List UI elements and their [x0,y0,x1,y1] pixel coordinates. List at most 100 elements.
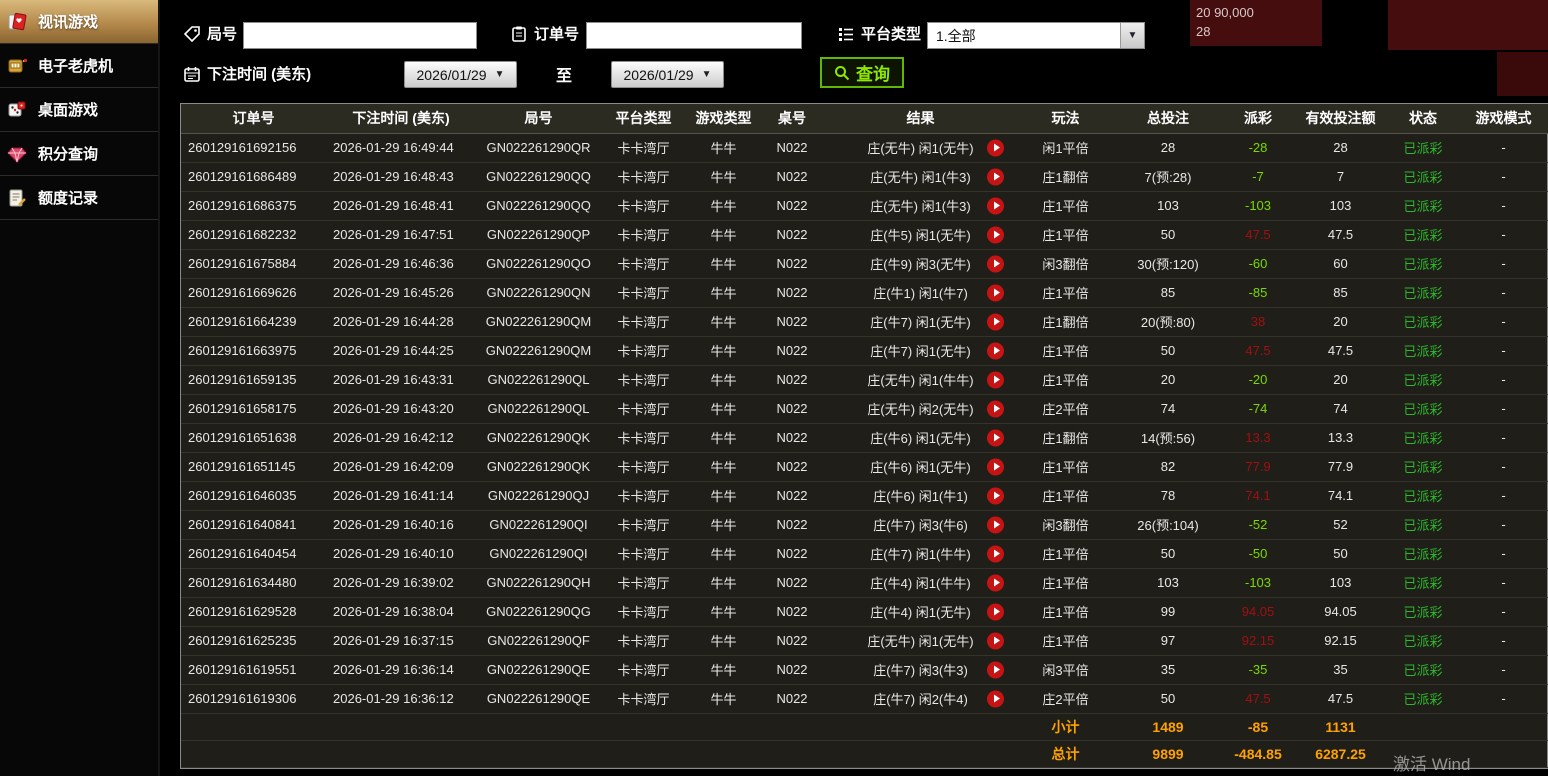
replay-video-icon[interactable] [987,603,1004,620]
replay-video-icon[interactable] [987,690,1004,707]
cell-order-number: 260129161658175 [181,394,326,424]
cell-payout: 94.05 [1223,597,1293,627]
cell-platform: 卡卡湾厅 [601,336,686,366]
sidebar-item-table-games[interactable]: 桌面游戏 [0,88,158,132]
cell-game-mode: - [1458,133,1548,163]
replay-video-icon[interactable] [987,342,1004,359]
col-header-platform: 平台类型 [601,104,686,134]
total-valid-bet: 6287.25 [1293,740,1388,768]
replay-video-icon[interactable] [987,371,1004,388]
replay-video-icon[interactable] [987,168,1004,185]
cell-order-number: 260129161619306 [181,684,326,714]
cell-payout: -85 [1223,278,1293,308]
cell-game-mode: - [1458,568,1548,598]
slot-machine-icon [5,54,29,78]
table-row[interactable]: 260129161629528 2026-01-29 16:38:04 GN02… [181,597,1548,627]
table-row[interactable]: 260129161686375 2026-01-29 16:48:41 GN02… [181,191,1548,221]
table-row[interactable]: 260129161640454 2026-01-29 16:40:10 GN02… [181,539,1548,569]
replay-video-icon[interactable] [987,487,1004,504]
date-to-picker[interactable]: 2026/01/29 ▼ [611,61,724,88]
cell-valid-bet: 52 [1293,510,1388,540]
replay-video-icon[interactable] [987,313,1004,330]
platform-type-label: 平台类型 [837,23,921,44]
cell-bet-time: 2026-01-29 16:48:43 [326,162,476,192]
table-row[interactable]: 260129161659135 2026-01-29 16:43:31 GN02… [181,365,1548,395]
cell-platform: 卡卡湾厅 [601,568,686,598]
replay-video-icon[interactable] [987,545,1004,562]
cell-game-mode: - [1458,626,1548,656]
cell-game-type: 牛牛 [686,307,761,337]
sidebar-item-video-games[interactable]: 视讯游戏 [0,0,158,44]
cell-game-mode: - [1458,249,1548,279]
result-text: 庄(牛7) 闲1(牛牛) [870,547,971,562]
cell-valid-bet: 103 [1293,191,1388,221]
table-row[interactable]: 260129161663975 2026-01-29 16:44:25 GN02… [181,336,1548,366]
cell-game-type: 牛牛 [686,278,761,308]
table-row[interactable]: 260129161619306 2026-01-29 16:36:12 GN02… [181,684,1548,714]
replay-video-icon[interactable] [987,574,1004,591]
replay-video-icon[interactable] [987,458,1004,475]
list-icon [837,25,855,43]
cell-round-number: GN022261290QE [476,655,601,685]
round-number-input[interactable] [243,22,477,49]
date-from-picker[interactable]: 2026/01/29 ▼ [404,61,517,88]
table-row[interactable]: 260129161651638 2026-01-29 16:42:12 GN02… [181,423,1548,453]
search-button[interactable]: 查询 [820,57,904,88]
table-row[interactable]: 260129161625235 2026-01-29 16:37:15 GN02… [181,626,1548,656]
col-header-table: 桌号 [761,104,823,134]
cell-status: 已派彩 [1388,626,1458,656]
table-row[interactable]: 260129161664239 2026-01-29 16:44:28 GN02… [181,307,1548,337]
replay-video-icon[interactable] [987,632,1004,649]
cell-game-type: 牛牛 [686,133,761,163]
cell-bet-time: 2026-01-29 16:37:15 [326,626,476,656]
replay-video-icon[interactable] [987,429,1004,446]
sidebar-item-slots[interactable]: 电子老虎机 [0,44,158,88]
cell-total-bet: 103 [1113,191,1223,221]
replay-video-icon[interactable] [987,516,1004,533]
table-row[interactable]: 260129161634480 2026-01-29 16:39:02 GN02… [181,568,1548,598]
platform-type-select[interactable]: 1.全部 ▼ [927,22,1145,49]
cell-total-bet: 35 [1113,655,1223,685]
cell-round-number: GN022261290QQ [476,191,601,221]
cell-result: 庄(牛4) 闲1(牛牛) [823,568,1018,598]
cell-round-number: GN022261290QO [476,249,601,279]
cell-bet-time: 2026-01-29 16:36:14 [326,655,476,685]
result-text: 庄(牛5) 闲1(无牛) [870,228,971,243]
table-row[interactable]: 260129161686489 2026-01-29 16:48:43 GN02… [181,162,1548,192]
cell-status: 已派彩 [1388,307,1458,337]
order-number-input[interactable] [586,22,802,49]
cell-result: 庄(牛1) 闲1(牛7) [823,278,1018,308]
sidebar-item-credit-records[interactable]: 额度记录 [0,176,158,220]
result-text: 庄(无牛) 闲1(牛3) [870,199,971,214]
replay-video-icon[interactable] [987,139,1004,156]
replay-video-icon[interactable] [987,284,1004,301]
cell-round-number: GN022261290QF [476,626,601,656]
table-row[interactable]: 260129161675884 2026-01-29 16:46:36 GN02… [181,249,1548,279]
replay-video-icon[interactable] [987,255,1004,272]
table-row[interactable]: 260129161658175 2026-01-29 16:43:20 GN02… [181,394,1548,424]
table-row[interactable]: 260129161669626 2026-01-29 16:45:26 GN02… [181,278,1548,308]
table-row[interactable]: 260129161646035 2026-01-29 16:41:14 GN02… [181,481,1548,511]
cell-order-number: 260129161686489 [181,162,326,192]
cell-round-number: GN022261290QK [476,452,601,482]
table-row[interactable]: 260129161692156 2026-01-29 16:49:44 GN02… [181,133,1548,163]
table-row[interactable]: 260129161640841 2026-01-29 16:40:16 GN02… [181,510,1548,540]
sidebar-item-points-query[interactable]: 积分查询 [0,132,158,176]
replay-video-icon[interactable] [987,226,1004,243]
cell-payout: 74.1 [1223,481,1293,511]
cell-payout: -103 [1223,568,1293,598]
cell-total-bet: 97 [1113,626,1223,656]
cell-order-number: 260129161686375 [181,191,326,221]
result-text: 庄(无牛) 闲1(牛牛) [867,373,974,388]
table-row[interactable]: 260129161619551 2026-01-29 16:36:14 GN02… [181,655,1548,685]
replay-video-icon[interactable] [987,661,1004,678]
table-row[interactable]: 260129161651145 2026-01-29 16:42:09 GN02… [181,452,1548,482]
total-payout: -484.85 [1223,740,1293,768]
cell-valid-bet: 7 [1293,162,1388,192]
chevron-down-icon: ▼ [1120,23,1144,48]
cell-game-mode: - [1458,365,1548,395]
cell-total-bet: 14(预:56) [1113,423,1223,453]
replay-video-icon[interactable] [987,400,1004,417]
replay-video-icon[interactable] [987,197,1004,214]
table-row[interactable]: 260129161682232 2026-01-29 16:47:51 GN02… [181,220,1548,250]
